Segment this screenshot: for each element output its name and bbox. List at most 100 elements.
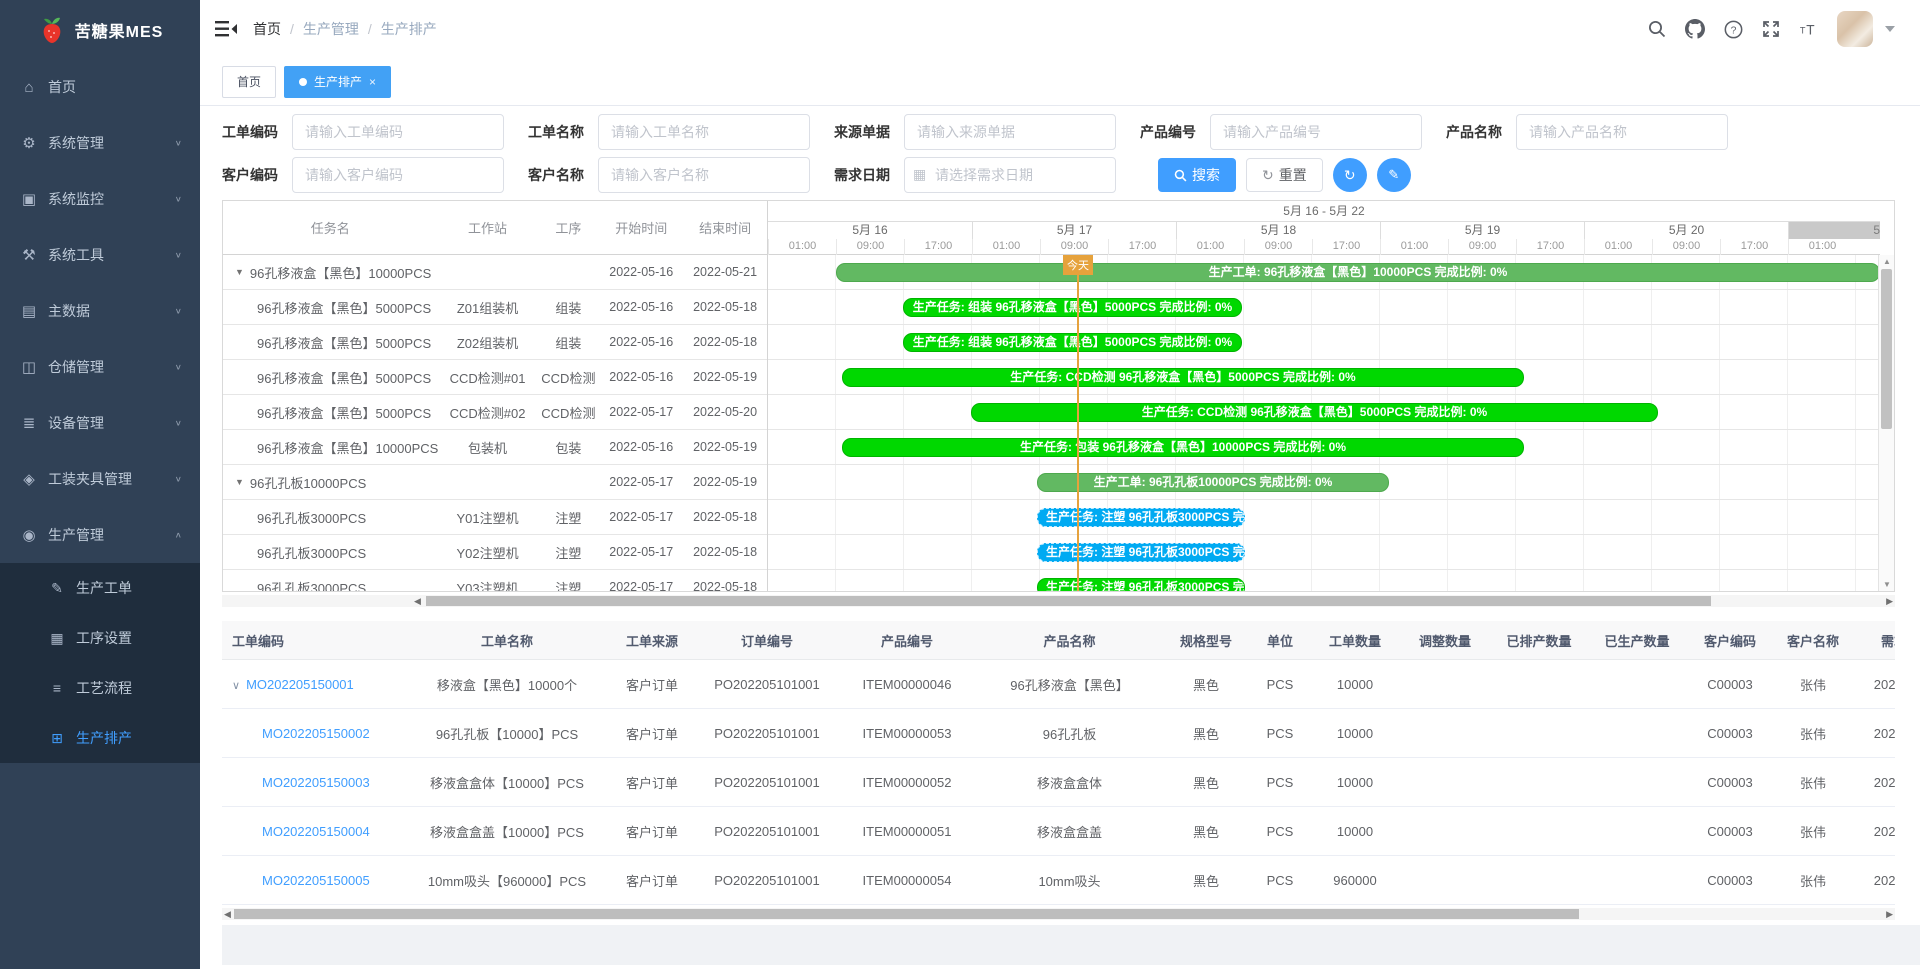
tab-label: 生产排产 [314, 73, 362, 90]
gantt-bar[interactable]: 生产任务: CCD检测 96孔移液盒【黑色】5000PCS 完成比例: 0% [842, 368, 1524, 387]
tab-item[interactable]: 首页 [222, 66, 276, 98]
table-row[interactable]: MO20220515000510mm吸头【960000】PCS客户订单PO202… [222, 856, 1895, 905]
sidebar-item-production[interactable]: ◉生产管理∧ [0, 507, 200, 563]
gantt-grid-cell: 2022-05-18 [683, 300, 767, 314]
gantt-column-header: 开始时间 [599, 218, 683, 237]
work-order-link[interactable]: MO202205150002 [262, 726, 370, 741]
filter-input-1-2[interactable] [904, 114, 1116, 150]
gantt-grid-row[interactable]: 96孔移液盒【黑色】10000PCS包装机包装2022-05-162022-05… [223, 430, 767, 465]
gantt-vertical-scrollbar[interactable]: ▲ ▼ [1878, 255, 1894, 591]
scroll-left-icon[interactable]: ◀ [414, 595, 421, 607]
gantt-bar[interactable]: 生产任务: 组装 96孔移液盒【黑色】5000PCS 完成比例: 0% [903, 333, 1242, 352]
gantt-grid-row[interactable]: 96孔孔板3000PCSY01注塑机注塑2022-05-172022-05-18 [223, 500, 767, 535]
gantt-grid-row[interactable]: 96孔移液盒【黑色】5000PCSCCD检测#01CCD检测2022-05-16… [223, 360, 767, 395]
gantt-bar[interactable]: 生产任务: 注塑 96孔孔板3000PCS 完成比例: 0% [1037, 578, 1245, 591]
avatar[interactable] [1837, 11, 1873, 47]
sidebar-item-warehouse[interactable]: ◫仓储管理∨ [0, 339, 200, 395]
work-order-link[interactable]: MO202205150005 [262, 873, 370, 888]
tab-active[interactable]: 生产排产 × [284, 66, 391, 98]
gantt-task-name: ▼96孔孔板10000PCS [223, 473, 438, 492]
filter-field: 需求日期▦ [834, 157, 1116, 193]
gantt-time-tick: 09:00 [1040, 239, 1108, 255]
scroll-left-icon[interactable]: ◀ [224, 908, 231, 920]
sidebar-item-tools[interactable]: ⚒系统工具∨ [0, 227, 200, 283]
github-icon[interactable] [1685, 19, 1705, 39]
gantt-bar[interactable]: 生产任务: 组装 96孔移液盒【黑色】5000PCS 完成比例: 0% [903, 298, 1242, 317]
work-order-link[interactable]: MO202205150001 [246, 677, 354, 692]
filter-input-1-0[interactable] [292, 114, 504, 150]
filter-input-1-3[interactable] [1210, 114, 1422, 150]
table-horizontal-scrollbar[interactable]: ◀ ▶ [222, 908, 1895, 920]
gantt-grid-row[interactable]: 96孔移液盒【黑色】5000PCSCCD检测#02CCD检测2022-05-17… [223, 395, 767, 430]
scroll-down-icon[interactable]: ▼ [1879, 580, 1895, 589]
filter-input-1-4[interactable] [1516, 114, 1728, 150]
tree-collapse-icon[interactable]: ▼ [235, 267, 244, 277]
sidebar-item-layers[interactable]: ≣设备管理∨ [0, 395, 200, 451]
font-size-icon[interactable]: TT [1799, 19, 1819, 39]
reset-button[interactable]: ↻ 重置 [1246, 158, 1323, 192]
search-icon[interactable] [1647, 19, 1667, 39]
table-cell: 张伟 [1774, 822, 1852, 841]
sidebar: 苦糖果MES ⌂首页⚙系统管理∨▣系统监控∨⚒系统工具∨▤主数据∨◫仓储管理∨≣… [0, 0, 200, 969]
gantt-bar[interactable]: 生产任务: 注塑 96孔孔板3000PCS 完成比例: 0% [1037, 543, 1245, 562]
gantt-grid-row[interactable]: 96孔移液盒【黑色】5000PCSZ02组装机组装2022-05-162022-… [223, 325, 767, 360]
table-row[interactable]: MO20220515000296孔孔板【10000】PCS客户订单PO20220… [222, 709, 1895, 758]
row-expand-icon[interactable]: ∨ [232, 680, 240, 692]
gantt-bar[interactable]: 生产任务: 包装 96孔移液盒【黑色】10000PCS 完成比例: 0% [842, 438, 1524, 457]
table-cell: 黑色 [1162, 724, 1250, 743]
table-row[interactable]: MO202205150003移液盒盒体【10000】PCS客户订单PO20220… [222, 758, 1895, 807]
scroll-right-icon[interactable]: ▶ [1886, 908, 1893, 920]
sidebar-subitem-schedule[interactable]: ⊞生产排产 [0, 713, 200, 763]
sidebar-item-lock[interactable]: ◈工装夹具管理∨ [0, 451, 200, 507]
gantt-bar[interactable]: 生产工单: 96孔孔板10000PCS 完成比例: 0% [1037, 473, 1389, 492]
gantt-horizontal-scrollbar[interactable]: ◀ ▶ [222, 595, 1895, 607]
breadcrumb-item[interactable]: 生产排产 [381, 19, 437, 39]
collapse-menu-icon[interactable] [215, 20, 237, 38]
gantt-grid-row[interactable]: 96孔移液盒【黑色】5000PCSZ01组装机组装2022-05-162022-… [223, 290, 767, 325]
tab-close-icon[interactable]: × [369, 75, 376, 89]
gantt-grid-row[interactable]: ▼96孔孔板10000PCS2022-05-172022-05-19 [223, 465, 767, 500]
sidebar-subitem-flow[interactable]: ≡工艺流程 [0, 663, 200, 713]
gantt-grid-row[interactable]: 96孔孔板3000PCSY03注塑机注塑2022-05-172022-05-18 [223, 570, 767, 591]
filter-input-2-1[interactable] [598, 157, 810, 193]
table-cell: 客户订单 [607, 871, 697, 890]
gantt-bar[interactable]: 生产任务: 注塑 96孔孔板3000PCS 完成比例: 0% [1037, 508, 1245, 527]
refresh-round-button[interactable]: ↻ [1333, 158, 1367, 192]
logo[interactable]: 苦糖果MES [0, 0, 200, 59]
gantt-grid-row[interactable]: 96孔孔板3000PCSY02注塑机注塑2022-05-172022-05-18 [223, 535, 767, 570]
gantt-vscroll-thumb[interactable] [1881, 269, 1892, 429]
help-icon[interactable]: ? [1723, 19, 1743, 39]
scroll-up-icon[interactable]: ▲ [1879, 257, 1895, 266]
sidebar-subitem-edit[interactable]: ✎生产工单 [0, 563, 200, 613]
search-button[interactable]: 搜索 [1158, 158, 1236, 192]
chevron-down-icon: ∨ [175, 475, 182, 484]
filter-input-2-0[interactable] [292, 157, 504, 193]
table-hscroll-thumb[interactable] [234, 909, 1579, 919]
gantt-grid-row[interactable]: ▼96孔移液盒【黑色】10000PCS2022-05-162022-05-21 [223, 255, 767, 290]
sidebar-item-document[interactable]: ▤主数据∨ [0, 283, 200, 339]
sidebar-item-home[interactable]: ⌂首页 [0, 59, 200, 115]
fullscreen-icon[interactable] [1761, 19, 1781, 39]
filter-input-1-1[interactable] [598, 114, 810, 150]
work-order-link[interactable]: MO202205150003 [262, 775, 370, 790]
caret-down-icon[interactable] [1885, 26, 1895, 32]
gantt-bar[interactable]: 生产任务: CCD检测 96孔移液盒【黑色】5000PCS 完成比例: 0% [971, 403, 1658, 422]
filter-input-2-2[interactable] [904, 157, 1116, 193]
sidebar-subitem-process[interactable]: ▦工序设置 [0, 613, 200, 663]
table-row[interactable]: ∨MO202205150001移液盒【黑色】10000个客户订单PO202205… [222, 660, 1895, 709]
breadcrumb-item[interactable]: 首页 [253, 19, 281, 39]
tree-collapse-icon[interactable]: ▼ [235, 477, 244, 487]
sidebar-item-gear[interactable]: ⚙系统管理∨ [0, 115, 200, 171]
table-cell: 10000 [1310, 824, 1400, 839]
sidebar-item-monitor[interactable]: ▣系统监控∨ [0, 171, 200, 227]
breadcrumb-item[interactable]: 生产管理 [303, 19, 359, 39]
work-order-link[interactable]: MO202205150004 [262, 824, 370, 839]
gantt-grid-cell: 2022-05-19 [683, 370, 767, 384]
logo-berry-icon [37, 15, 67, 45]
table-row[interactable]: MO202205150004移液盒盒盖【10000】PCS客户订单PO20220… [222, 807, 1895, 856]
edit-round-button[interactable]: ✎ [1377, 158, 1411, 192]
gantt-grid-cell: 2022-05-16 [599, 370, 683, 384]
scroll-right-icon[interactable]: ▶ [1886, 595, 1893, 607]
gantt-bar[interactable]: 生产工单: 96孔移液盒【黑色】10000PCS 完成比例: 0% [836, 263, 1880, 282]
gantt-hscroll-thumb[interactable] [426, 596, 1711, 606]
